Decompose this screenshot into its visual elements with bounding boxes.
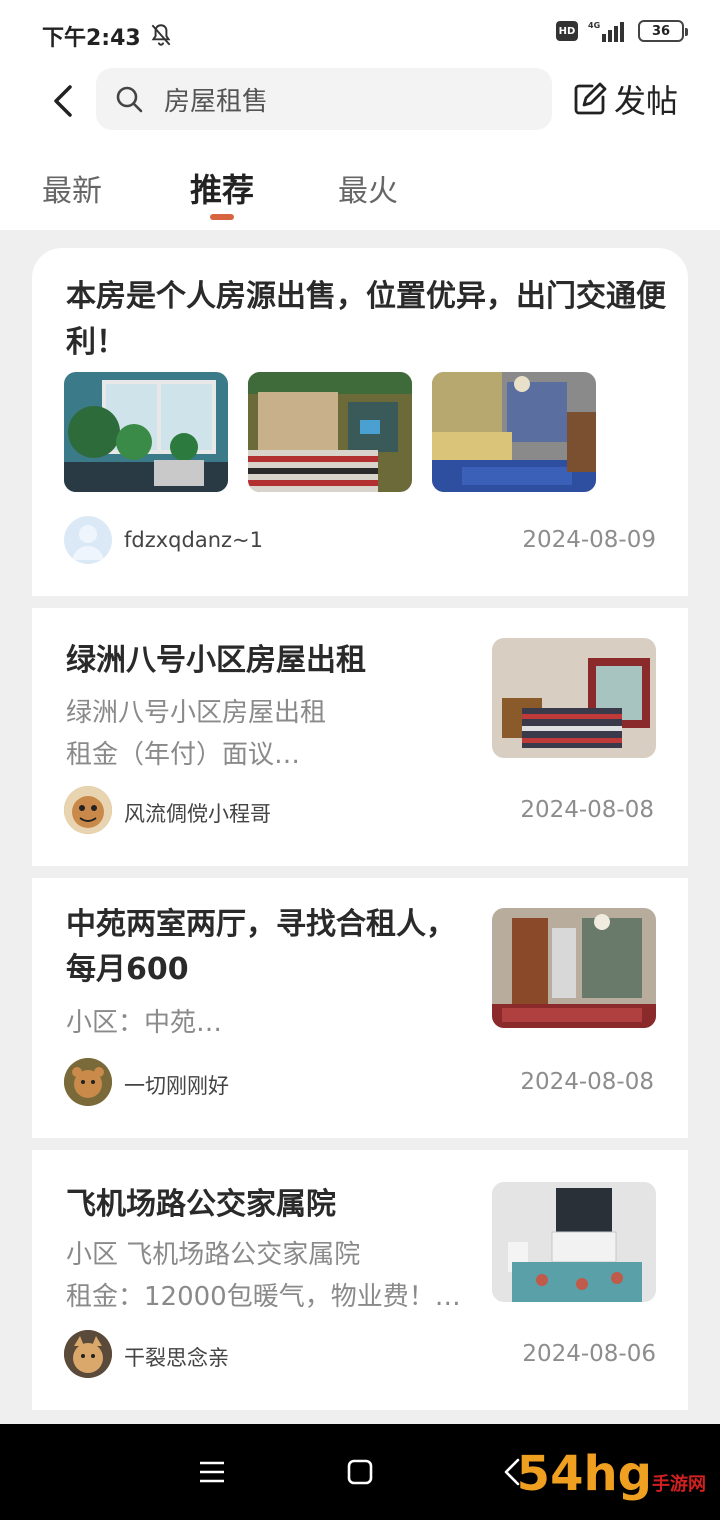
avatar[interactable] <box>64 516 112 564</box>
tab-bar: 最新 推荐 最火 <box>0 136 720 230</box>
post-button[interactable]: 发帖 <box>572 74 678 124</box>
post-label: 发帖 <box>614 82 679 120</box>
status-time: 下午2:43 <box>42 26 141 51</box>
back-button[interactable] <box>42 78 82 124</box>
default-avatar-icon <box>72 525 104 560</box>
hd-voice-icon: HD <box>556 21 578 41</box>
signal-icon: 4G <box>588 21 624 42</box>
post-summary: 小区：中苑… <box>66 1008 223 1038</box>
post-author[interactable]: 干裂思念亲 <box>124 1342 229 1372</box>
bell-off-icon <box>151 24 171 46</box>
edit-icon <box>574 82 607 115</box>
living-room-balcony-photo <box>64 372 228 492</box>
post-image[interactable] <box>248 372 412 492</box>
post-date: 2024-08-09 <box>522 527 656 553</box>
post-date: 2024-08-08 <box>520 797 654 823</box>
post-date: 2024-08-08 <box>520 1069 654 1095</box>
avatar[interactable] <box>64 1330 112 1378</box>
search-icon <box>116 86 143 113</box>
post-title-cont: 每月600 <box>66 952 189 987</box>
watermark-digits: 54hg <box>516 1446 652 1502</box>
network-type: 4G <box>588 21 600 30</box>
post-image[interactable] <box>492 908 656 1028</box>
battery-icon: 36 <box>638 20 688 42</box>
sitting-room-photo <box>432 372 596 492</box>
post-title: 中苑两室两厅，寻找合租人， <box>66 907 456 942</box>
bedroom-photo <box>248 372 412 492</box>
post-card[interactable]: 中苑两室两厅，寻找合租人， 每月600 小区：中苑… 一切刚刚好 2024-08… <box>32 878 688 1138</box>
post-title: 本房是个人房源出售，位置优异，出门交通便利！ <box>66 279 666 360</box>
cartoon-avatar-icon <box>64 786 112 834</box>
bedroom-photo <box>492 1182 656 1302</box>
search-query: 房屋租售 <box>164 86 269 117</box>
watermark-logo: 54hg手游网 <box>517 1446 706 1502</box>
room-photo <box>492 908 656 1028</box>
post-summary: 租金：12000包暖气，物业费！… <box>66 1282 461 1312</box>
avatar[interactable] <box>64 1058 112 1106</box>
post-card[interactable]: 本房是个人房源出售，位置优异，出门交通便利！ fdzxqdanz~1 2024-… <box>32 248 688 596</box>
post-date: 2024-08-06 <box>522 1341 656 1367</box>
post-image[interactable] <box>432 372 596 492</box>
menu-icon[interactable] <box>194 1454 230 1490</box>
post-card[interactable]: 绿洲八号小区房屋出租 绿洲八号小区房屋出租 租金（年付）面议… 风流倜傥小程哥 … <box>32 608 688 866</box>
avatar[interactable] <box>64 786 112 834</box>
status-bar: 下午2:43 HD 4G 36 <box>0 0 720 68</box>
post-author[interactable]: 风流倜傥小程哥 <box>124 798 271 828</box>
post-author[interactable]: 一切刚刚好 <box>124 1070 229 1100</box>
active-tab-indicator <box>210 214 234 220</box>
post-summary: 绿洲八号小区房屋出租 <box>66 698 327 728</box>
post-image[interactable] <box>492 638 656 758</box>
cat-avatar-icon <box>64 1330 112 1378</box>
tab-latest[interactable]: 最新 <box>42 166 102 210</box>
search-bar[interactable]: 房屋租售 <box>96 68 552 130</box>
home-icon[interactable] <box>342 1454 378 1490</box>
bedroom-photo <box>492 638 656 758</box>
chevron-left-icon <box>54 85 72 117</box>
post-summary: 租金（年付）面议… <box>66 740 301 770</box>
tab-hottest[interactable]: 最火 <box>338 166 398 210</box>
top-bar: 房屋租售 发帖 <box>0 68 720 136</box>
bear-avatar-icon <box>64 1058 112 1106</box>
post-summary: 小区 飞机场路公交家属院 <box>66 1240 361 1270</box>
post-image[interactable] <box>64 372 228 492</box>
watermark-site: 手游网 <box>652 1474 706 1495</box>
post-card[interactable]: 飞机场路公交家属院 小区 飞机场路公交家属院 租金：12000包暖气，物业费！…… <box>32 1150 688 1410</box>
tab-recommended[interactable]: 推荐 <box>190 165 254 211</box>
post-image[interactable] <box>492 1182 656 1302</box>
post-title: 飞机场路公交家属院 <box>66 1187 336 1222</box>
post-author[interactable]: fdzxqdanz~1 <box>124 528 263 552</box>
post-title: 绿洲八号小区房屋出租 <box>66 643 366 678</box>
